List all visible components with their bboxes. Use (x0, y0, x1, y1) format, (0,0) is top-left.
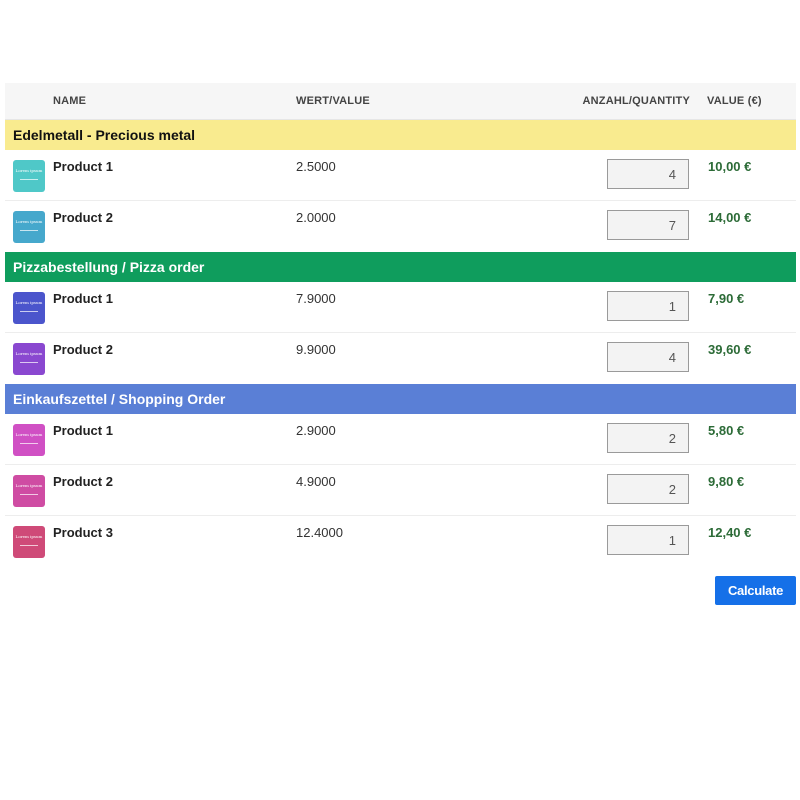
group-header: Pizzabestellung / Pizza order (5, 252, 796, 282)
product-total: 7,90 € (708, 291, 745, 306)
quantity-input[interactable] (607, 474, 689, 504)
calculate-button[interactable]: Calculate (715, 576, 796, 605)
product-group: Einkaufszettel / Shopping Order Lorem ip… (5, 384, 796, 567)
product-total: 14,00 € (708, 210, 752, 225)
product-unit-value: 9.9000 (296, 342, 336, 357)
thumbnail-divider (20, 179, 38, 180)
product-row: Lorem ipsum Product 2 4.9000 9,80 € (5, 465, 796, 516)
product-name: Product 1 (53, 423, 113, 438)
product-thumbnail: Lorem ipsum (13, 343, 45, 375)
thumbnail-caption: Lorem ipsum (15, 534, 43, 539)
quantity-input[interactable] (607, 342, 689, 372)
quantity-input[interactable] (607, 525, 689, 555)
product-row: Lorem ipsum Product 2 9.9000 39,60 € (5, 333, 796, 384)
quantity-input[interactable] (607, 291, 689, 321)
product-thumbnail: Lorem ipsum (13, 160, 45, 192)
thumbnail-caption: Lorem ipsum (15, 432, 43, 437)
group-header: Edelmetall - Precious metal (5, 120, 796, 150)
product-unit-value: 2.5000 (296, 159, 336, 174)
product-group: Pizzabestellung / Pizza order Lorem ipsu… (5, 252, 796, 384)
thumbnail-divider (20, 311, 38, 312)
product-thumbnail: Lorem ipsum (13, 211, 45, 243)
quantity-input[interactable] (607, 159, 689, 189)
thumbnail-divider (20, 494, 38, 495)
thumbnail-divider (20, 362, 38, 363)
thumbnail-caption: Lorem ipsum (15, 483, 43, 488)
quantity-input[interactable] (607, 210, 689, 240)
thumbnail-divider (20, 443, 38, 444)
product-unit-value: 12.4000 (296, 525, 343, 540)
product-total: 39,60 € (708, 342, 752, 357)
product-row: Lorem ipsum Product 1 2.5000 10,00 € (5, 150, 796, 201)
quantity-input[interactable] (607, 423, 689, 453)
header-value: WERT/VALUE (296, 95, 370, 107)
product-total: 12,40 € (708, 525, 752, 540)
product-total: 9,80 € (708, 474, 745, 489)
product-row: Lorem ipsum Product 1 7.9000 7,90 € (5, 282, 796, 333)
header-name: NAME (53, 95, 87, 107)
product-thumbnail: Lorem ipsum (13, 292, 45, 324)
product-name: Product 1 (53, 291, 113, 306)
product-groups: Edelmetall - Precious metal Lorem ipsum … (5, 120, 796, 567)
product-total: 10,00 € (708, 159, 752, 174)
product-unit-value: 2.9000 (296, 423, 336, 438)
product-name: Product 1 (53, 159, 113, 174)
thumbnail-caption: Lorem ipsum (15, 168, 43, 173)
thumbnail-caption: Lorem ipsum (15, 351, 43, 356)
product-total: 5,80 € (708, 423, 745, 438)
product-name: Product 3 (53, 525, 113, 540)
product-thumbnail: Lorem ipsum (13, 526, 45, 558)
product-row: Lorem ipsum Product 2 2.0000 14,00 € (5, 201, 796, 252)
table-header: NAME WERT/VALUE ANZAHL/QUANTITY VALUE (€… (5, 83, 796, 120)
header-total: VALUE (€) (707, 95, 762, 107)
product-group: Edelmetall - Precious metal Lorem ipsum … (5, 120, 796, 252)
product-name: Product 2 (53, 342, 113, 357)
product-name: Product 2 (53, 210, 113, 225)
product-thumbnail: Lorem ipsum (13, 424, 45, 456)
thumbnail-divider (20, 545, 38, 546)
product-row: Lorem ipsum Product 1 2.9000 5,80 € (5, 414, 796, 465)
thumbnail-caption: Lorem ipsum (15, 219, 43, 224)
thumbnail-caption: Lorem ipsum (15, 300, 43, 305)
product-thumbnail: Lorem ipsum (13, 475, 45, 507)
product-unit-value: 4.9000 (296, 474, 336, 489)
product-unit-value: 7.9000 (296, 291, 336, 306)
order-table: NAME WERT/VALUE ANZAHL/QUANTITY VALUE (€… (5, 83, 796, 567)
group-header: Einkaufszettel / Shopping Order (5, 384, 796, 414)
header-quantity: ANZAHL/QUANTITY (582, 95, 690, 107)
product-name: Product 2 (53, 474, 113, 489)
product-row: Lorem ipsum Product 3 12.4000 12,40 € (5, 516, 796, 567)
thumbnail-divider (20, 230, 38, 231)
product-unit-value: 2.0000 (296, 210, 336, 225)
